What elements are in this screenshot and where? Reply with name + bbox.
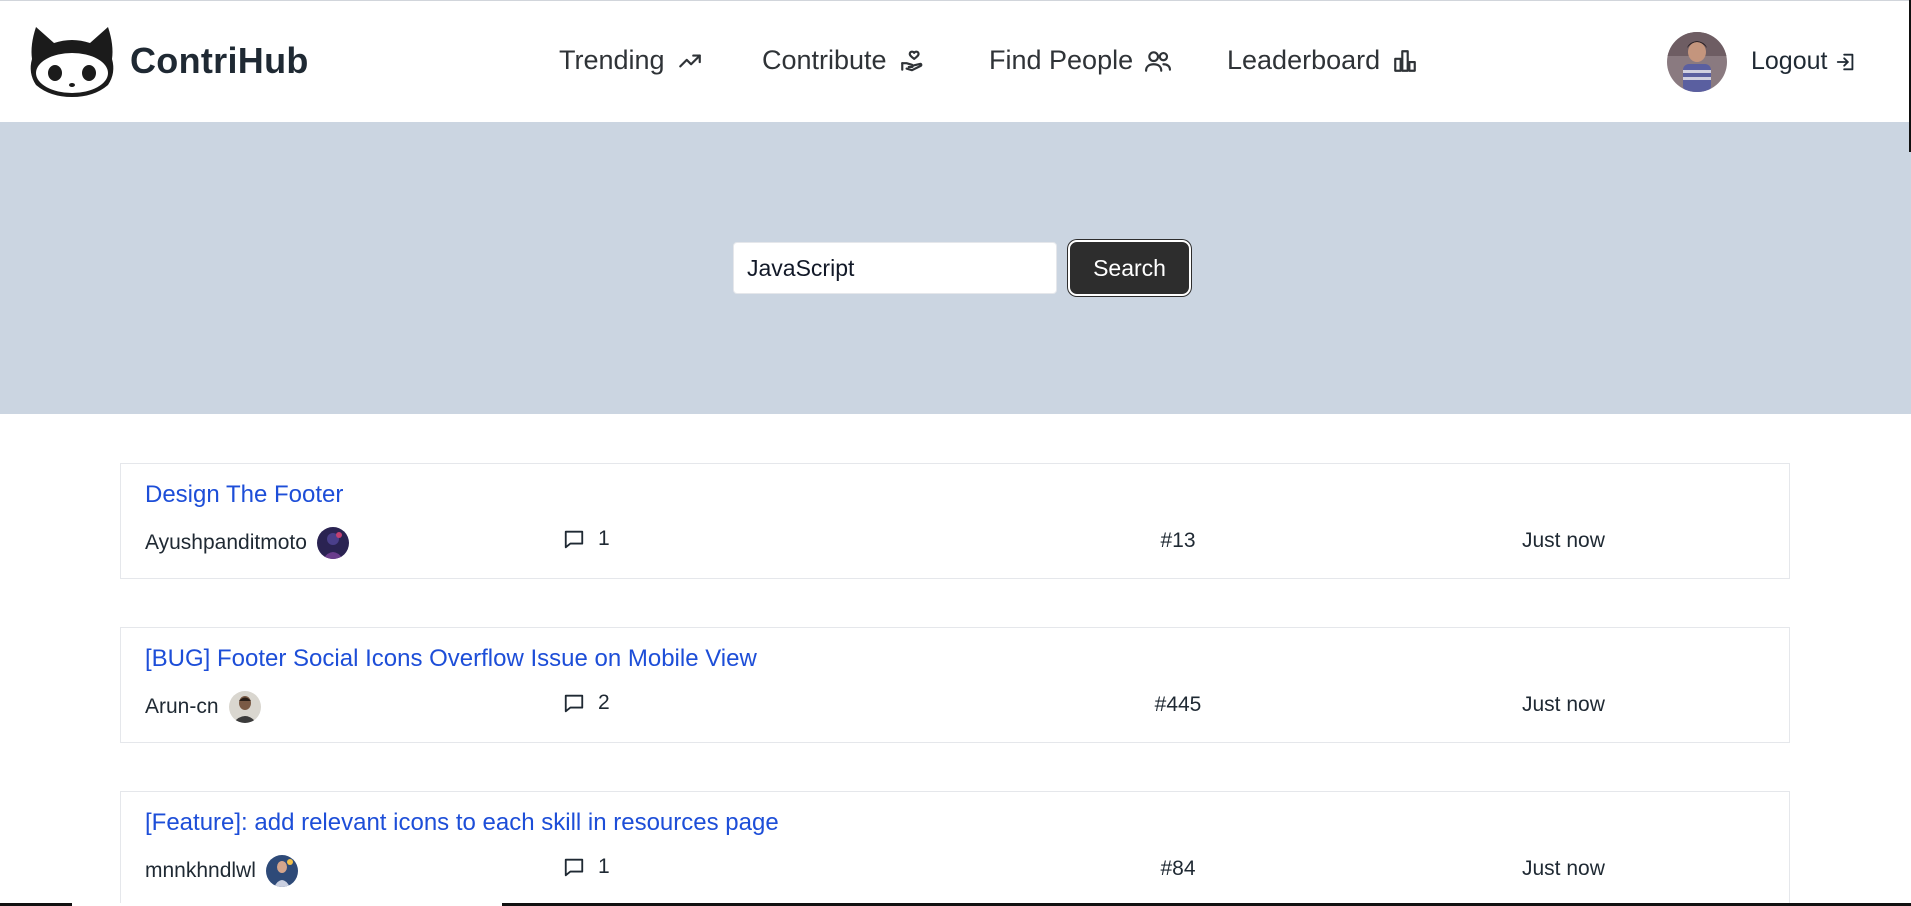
- issue-author[interactable]: Ayushpanditmoto: [145, 527, 349, 559]
- comment-icon: [564, 530, 584, 549]
- issue-comment-count: 1: [598, 855, 610, 878]
- issue-author-name: mnnkhndlwl: [145, 859, 256, 882]
- issue-title-link[interactable]: Design The Footer: [145, 481, 343, 509]
- issue-comment-count: 1: [598, 527, 610, 550]
- bar-chart-icon: [1394, 49, 1416, 72]
- hand-heart-icon: [900, 50, 922, 71]
- issue-author[interactable]: mnnkhndlwl: [145, 855, 298, 887]
- nav-trending-label: Trending: [559, 45, 665, 75]
- issue-author[interactable]: Arun-cn: [145, 691, 261, 723]
- main-nav: Trending Contribute Find People Leaderbo…: [0, 45, 1911, 81]
- issue-time: Just now: [1522, 693, 1605, 716]
- issue-comments: 2: [563, 691, 610, 715]
- issue-card: Design The Footer Ayushpanditmoto 1 #13 …: [120, 463, 1790, 579]
- top-navbar: ContriHub Trending Contribute Find Peopl…: [0, 0, 1911, 122]
- search-input[interactable]: [733, 242, 1057, 294]
- issue-title-link[interactable]: [BUG] Footer Social Icons Overflow Issue…: [145, 645, 757, 673]
- issue-number: #13: [1160, 529, 1196, 552]
- nav-contribute-label: Contribute: [762, 45, 887, 75]
- issue-time: Just now: [1522, 857, 1605, 880]
- comment-icon: [564, 858, 584, 877]
- nav-trending[interactable]: Trending: [559, 45, 703, 76]
- nav-leaderboard[interactable]: Leaderboard: [1227, 45, 1418, 76]
- issue-title-link[interactable]: [Feature]: add relevant icons to each sk…: [145, 809, 779, 837]
- issue-comments: 1: [563, 527, 610, 551]
- comment-icon: [564, 694, 584, 713]
- issue-time: Just now: [1522, 529, 1605, 552]
- users-icon: [1145, 50, 1172, 72]
- nav-leaderboard-label: Leaderboard: [1227, 45, 1381, 75]
- logout-button[interactable]: Logout: [1751, 47, 1857, 76]
- issue-comments: 1: [563, 855, 610, 879]
- author-avatar: [265, 855, 298, 887]
- issue-card: [Feature]: add relevant icons to each sk…: [120, 791, 1790, 906]
- trending-up-icon: [678, 54, 701, 67]
- issue-number: #445: [1154, 693, 1202, 716]
- issue-number: #84: [1160, 857, 1196, 880]
- nav-find-people-label: Find People: [989, 45, 1134, 75]
- search-button[interactable]: Search: [1068, 240, 1191, 296]
- author-avatar: [228, 691, 261, 723]
- issue-card: [BUG] Footer Social Icons Overflow Issue…: [120, 627, 1790, 743]
- logout-icon: [1837, 53, 1854, 70]
- nav-contribute[interactable]: Contribute: [762, 45, 925, 76]
- issue-author-name: Ayushpanditmoto: [145, 531, 307, 554]
- logout-label: Logout: [1751, 47, 1828, 75]
- author-avatar: [316, 527, 349, 559]
- issue-author-name: Arun-cn: [145, 695, 219, 718]
- issue-comment-count: 2: [598, 691, 610, 714]
- nav-find-people[interactable]: Find People: [989, 45, 1172, 76]
- user-avatar-image: [1667, 32, 1727, 92]
- user-avatar[interactable]: [1667, 32, 1727, 92]
